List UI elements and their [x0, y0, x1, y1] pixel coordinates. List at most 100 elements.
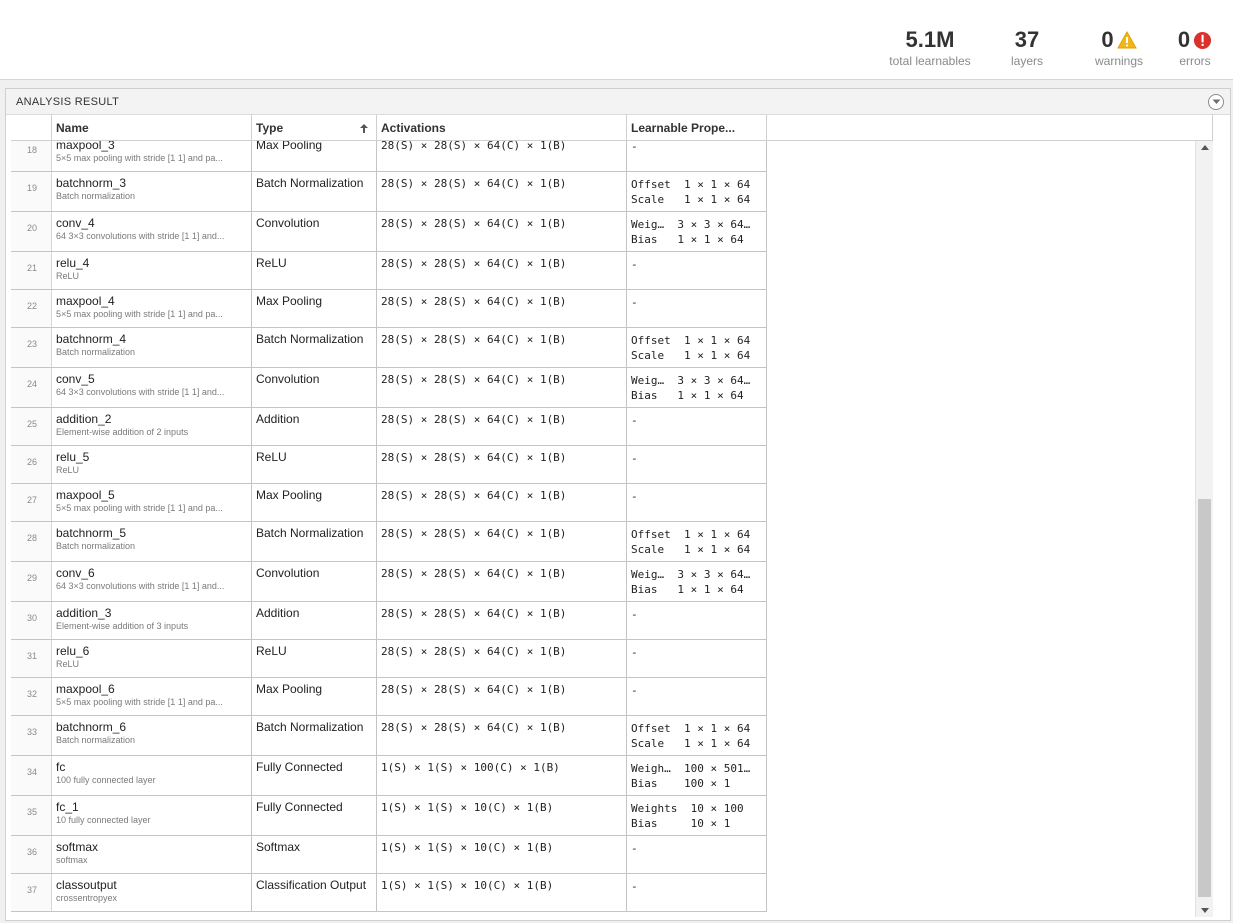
layer-name-cell[interactable]: conv_6 64 3×3 convolutions with stride [1… [52, 562, 252, 601]
column-header-index[interactable] [11, 115, 52, 141]
table-row[interactable]: 31 relu_6 ReLU ReLU 28(S) × 28(S) × 64(C) × … [11, 640, 767, 678]
layer-description: Batch normalization [56, 191, 136, 201]
sort-ascending-icon [360, 124, 368, 133]
layer-name-cell[interactable]: fc 100 fully connected layer [52, 756, 252, 795]
layer-type-cell: Addition [252, 602, 377, 639]
row-index-cell: 29 [11, 562, 52, 601]
table-row[interactable]: 32 maxpool_6 5×5 max pooling with stride [… [11, 678, 767, 716]
row-index-cell: 34 [11, 756, 52, 795]
table-row[interactable]: 25 addition_2 Element-wise addition of 2 i… [11, 408, 767, 446]
row-index: 30 [26, 613, 37, 623]
layer-name: fc_1 [56, 800, 79, 814]
table-row[interactable]: 18 maxpool_3 5×5 max pooling with stride [… [11, 141, 767, 172]
table-row[interactable]: 30 addition_3 Element-wise addition of 3 i… [11, 602, 767, 640]
column-header-activations[interactable]: Activations [377, 115, 627, 141]
layer-type-cell: Batch Normalization [252, 328, 377, 367]
learnables-cell: - [627, 408, 767, 445]
column-header-type[interactable]: Type [252, 115, 377, 141]
row-index-cell: 20 [11, 212, 52, 251]
table-row[interactable]: 34 fc 100 fully connected layer Fully Conne… [11, 756, 767, 796]
vertical-scrollbar[interactable] [1195, 141, 1213, 917]
table-row[interactable]: 37 classoutput crossentropyex Classificatio… [11, 874, 767, 912]
column-header-name[interactable]: Name [52, 115, 252, 141]
scroll-up-icon [1201, 145, 1209, 150]
layer-name-cell[interactable]: relu_4 ReLU [52, 252, 252, 289]
warnings-value: 0 [1101, 27, 1114, 52]
layer-description: Batch normalization [56, 347, 136, 357]
activations-cell: 28(S) × 28(S) × 64(C) × 1(B) [377, 484, 627, 521]
layer-type-cell: Fully Connected [252, 756, 377, 795]
table-row[interactable]: 20 conv_4 64 3×3 convolutions with stride … [11, 212, 767, 252]
table-row[interactable]: 22 maxpool_4 5×5 max pooling with stride [… [11, 290, 767, 328]
layer-description: Element-wise addition of 2 inputs [56, 427, 189, 437]
table-rows: 18 maxpool_3 5×5 max pooling with stride [… [11, 141, 767, 912]
layer-description: 10 fully connected layer [56, 815, 151, 825]
table-row[interactable]: 23 batchnorm_4 Batch normalization Batch No… [11, 328, 767, 368]
layer-name: relu_4 [56, 256, 90, 270]
layer-name-cell[interactable]: relu_6 ReLU [52, 640, 252, 677]
layer-name-cell[interactable]: addition_3 Element-wise addition of 3 inp… [52, 602, 252, 639]
layer-type-cell: Max Pooling [252, 484, 377, 521]
row-index: 29 [26, 573, 37, 583]
table-row[interactable]: 19 batchnorm_3 Batch normalization Batch No… [11, 172, 767, 212]
table-row[interactable]: 28 batchnorm_5 Batch normalization Batch No… [11, 522, 767, 562]
activations-cell: 28(S) × 28(S) × 64(C) × 1(B) [377, 522, 627, 561]
row-index-cell: 36 [11, 836, 52, 873]
table-row[interactable]: 33 batchnorm_6 Batch normalization Batch No… [11, 716, 767, 756]
layer-description: 64 3×3 convolutions with stride [1 1] an… [56, 231, 225, 241]
layer-name-cell[interactable]: softmax softmax [52, 836, 252, 873]
layer-type-cell: Max Pooling [252, 678, 377, 715]
layer-name-cell[interactable]: batchnorm_4 Batch normalization [52, 328, 252, 367]
column-header-learnables[interactable]: Learnable Prope... [627, 115, 767, 141]
warnings-stat[interactable]: 0 warnings [1088, 26, 1150, 68]
scrollbar-thumb[interactable] [1198, 499, 1211, 898]
panel-header: ANALYSIS RESULT [6, 89, 1230, 115]
layer-name-cell[interactable]: addition_2 Element-wise addition of 2 inp… [52, 408, 252, 445]
activations-cell: 28(S) × 28(S) × 64(C) × 1(B) [377, 368, 627, 407]
row-index: 34 [26, 767, 37, 777]
layer-description: ReLU [56, 271, 80, 281]
layer-name: conv_4 [56, 216, 95, 230]
table-row[interactable]: 26 relu_5 ReLU ReLU 28(S) × 28(S) × 64(C) × … [11, 446, 767, 484]
table-row[interactable]: 36 softmax softmax Softmax 1(S) × 1(S) × 10(… [11, 836, 767, 874]
layer-name: classoutput [56, 878, 117, 892]
layer-description: 64 3×3 convolutions with stride [1 1] an… [56, 387, 225, 397]
layer-description: softmax [56, 855, 88, 865]
row-index-cell: 21 [11, 252, 52, 289]
layer-name: maxpool_6 [56, 682, 115, 696]
layer-name-cell[interactable]: conv_5 64 3×3 convolutions with stride [1… [52, 368, 252, 407]
collapse-panel-button[interactable] [1208, 94, 1224, 110]
row-index-cell: 28 [11, 522, 52, 561]
activations-cell: 28(S) × 28(S) × 64(C) × 1(B) [377, 716, 627, 755]
layer-name-cell[interactable]: maxpool_5 5×5 max pooling with stride [1 … [52, 484, 252, 521]
layer-name-cell[interactable]: batchnorm_6 Batch normalization [52, 716, 252, 755]
table-row[interactable]: 21 relu_4 ReLU ReLU 28(S) × 28(S) × 64(C) × … [11, 252, 767, 290]
row-index: 20 [26, 223, 37, 233]
table-row[interactable]: 35 fc_1 10 fully connected layer Fully Conn… [11, 796, 767, 836]
layer-type-cell: Convolution [252, 368, 377, 407]
layer-description: 64 3×3 convolutions with stride [1 1] an… [56, 581, 225, 591]
layer-name-cell[interactable]: batchnorm_3 Batch normalization [52, 172, 252, 211]
activations-cell: 28(S) × 28(S) × 64(C) × 1(B) [377, 678, 627, 715]
layer-name: softmax [56, 840, 99, 854]
row-index: 33 [26, 727, 37, 737]
learnables-cell: Offset 1 × 1 × 64 Scale 1 × 1 × 64 [627, 522, 767, 561]
learnables-cell: - [627, 252, 767, 289]
table-row[interactable]: 29 conv_6 64 3×3 convolutions with stride … [11, 562, 767, 602]
layer-description: ReLU [56, 659, 80, 669]
learnables-cell: - [627, 484, 767, 521]
layer-name-cell[interactable]: classoutput crossentropyex [52, 874, 252, 911]
layer-name-cell[interactable]: conv_4 64 3×3 convolutions with stride [1… [52, 212, 252, 251]
row-index: 35 [26, 807, 37, 817]
errors-stat[interactable]: 0 errors [1172, 26, 1218, 68]
layer-name-cell[interactable]: maxpool_6 5×5 max pooling with stride [1 … [52, 678, 252, 715]
layer-name-cell[interactable]: batchnorm_5 Batch normalization [52, 522, 252, 561]
row-index: 25 [26, 419, 37, 429]
table-row[interactable]: 27 maxpool_5 5×5 max pooling with stride [… [11, 484, 767, 522]
table-row[interactable]: 24 conv_5 64 3×3 convolutions with stride … [11, 368, 767, 408]
learnables-cell: - [627, 836, 767, 873]
layer-name-cell[interactable]: relu_5 ReLU [52, 446, 252, 483]
layer-name-cell[interactable]: fc_1 10 fully connected layer [52, 796, 252, 835]
layer-name-cell[interactable]: maxpool_4 5×5 max pooling with stride [1 … [52, 290, 252, 327]
layer-name-cell[interactable]: maxpool_3 5×5 max pooling with stride [1 … [52, 141, 252, 171]
